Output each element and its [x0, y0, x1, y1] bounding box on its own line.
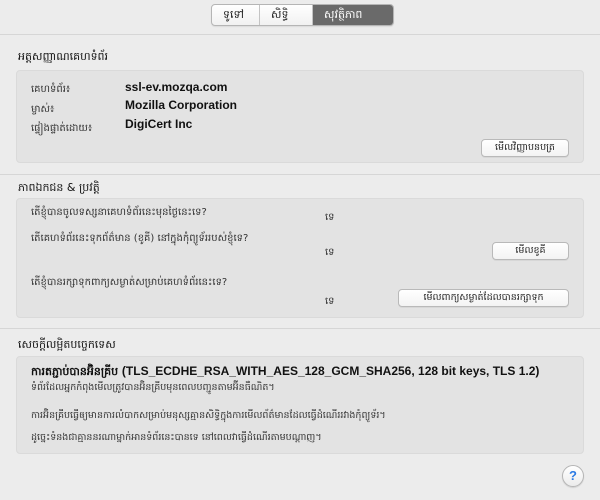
view-cookies-button[interactable]: មើលខូគី: [492, 242, 569, 260]
answer-visited: ទេ: [325, 212, 335, 223]
verified-by-label: ផ្ទៀងផ្ទាត់ដោយ៖: [31, 123, 93, 134]
question-visited: តើខ្ញុំបានចូលទស្សនាគេហទំព័រនេះមុនថ្ងៃនេះ…: [31, 207, 207, 218]
owner-label: ម្ចាស់៖: [31, 104, 55, 115]
tab-permissions[interactable]: សិទ្ធិ: [260, 5, 313, 25]
technical-details-title: សេចក្តីលម្អិតបច្ចេកទេស: [18, 338, 116, 351]
owner-value: Mozilla Corporation: [125, 98, 237, 112]
encryption-prefix: ការតភ្ជាប់បានអ៊ិនគ្រីប: [31, 365, 119, 378]
answer-cookies: ទេ: [325, 247, 335, 258]
section-divider-1: [0, 174, 600, 175]
encryption-line-1: ទំព័រដែលអ្នកកំពុងមើលត្រូវបានអ៊ិនគ្រីបមុន…: [31, 382, 275, 393]
website-value: ssl-ev.mozqa.com: [125, 80, 228, 94]
privacy-history-title: ភាពឯកជន & ប្រវត្តិ: [18, 181, 100, 194]
view-certificate-button[interactable]: មើលវិញ្ញាបនបត្រ: [481, 139, 569, 157]
website-label: គេហទំព័រ៖: [31, 84, 71, 95]
section-divider-2: [0, 328, 600, 329]
encryption-line-2: ការអ៊ិនគ្រីបធ្វើឲ្យមានការលំបាកសម្រាប់មនុ…: [31, 410, 386, 421]
verified-by-value: DigiCert Inc: [125, 117, 193, 131]
encryption-line-3: ដូច្នេះទំនងជាគ្មាននរណាម្នាក់អានទំព័រនេះប…: [31, 432, 322, 443]
encryption-detail: (TLS_ECDHE_RSA_WITH_AES_128_GCM_SHA256, …: [121, 364, 540, 378]
view-saved-passwords-button[interactable]: មើលពាក្យសម្ងាត់ដែលបានរក្សាទុក: [398, 289, 569, 307]
answer-passwords: ទេ: [325, 296, 335, 307]
tab-bar: ទូទៅ សិទ្ធិ សុវត្ថិភាព: [211, 4, 394, 26]
tab-security[interactable]: សុវត្ថិភាព: [313, 5, 393, 25]
tab-general[interactable]: ទូទៅ: [212, 5, 260, 25]
top-divider: [0, 34, 600, 35]
website-identity-title: អត្តសញ្ញាណគេហទំព័រ: [18, 50, 109, 63]
help-button[interactable]: ?: [562, 465, 584, 487]
question-cookies: តើគេហទំព័រនេះទុកព័ត៌មាន (ខូគី) នៅក្នុងកុ…: [31, 233, 249, 244]
question-passwords: តើខ្ញុំបានរក្សាទុកពាក្យសម្ងាត់សម្រាប់គេហ…: [31, 277, 228, 288]
